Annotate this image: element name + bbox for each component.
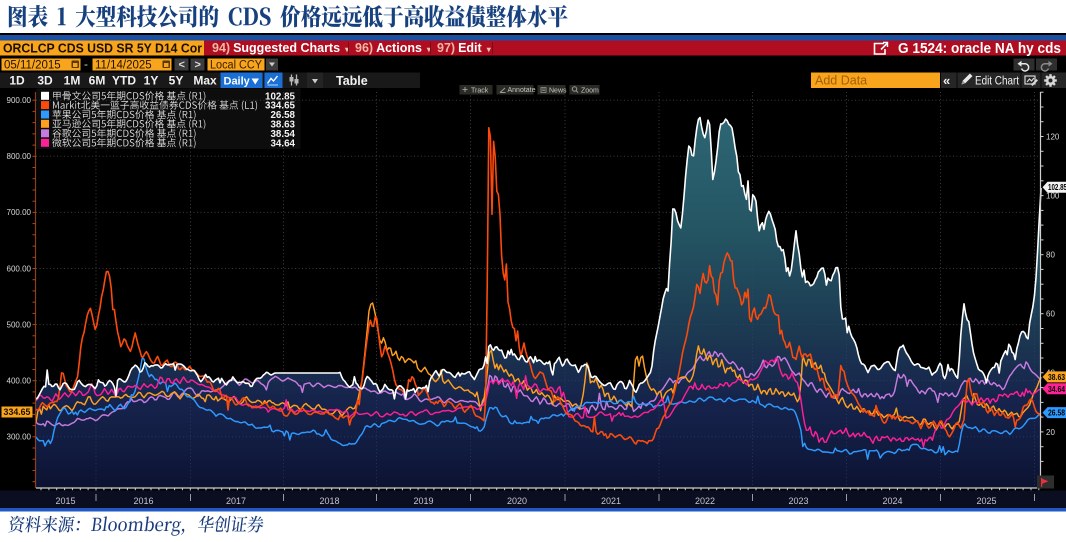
svg-text:Track: Track — [471, 87, 489, 94]
svg-text:6M: 6M — [89, 74, 106, 88]
svg-text:ORCLCP CDS USD SR 5Y D14 Cor: ORCLCP CDS USD SR 5Y D14 Cor — [3, 41, 202, 56]
svg-text:600.00: 600.00 — [7, 264, 32, 273]
svg-text:Add Data: Add Data — [815, 74, 867, 88]
svg-text:05/11/2015: 05/11/2015 — [4, 59, 61, 71]
svg-text:26.58: 26.58 — [1048, 408, 1065, 418]
svg-text:1Y: 1Y — [144, 74, 159, 88]
svg-text:2025: 2025 — [976, 496, 996, 506]
svg-text:2021: 2021 — [601, 496, 621, 506]
svg-text:2023: 2023 — [788, 496, 808, 506]
svg-text:102.85: 102.85 — [1048, 182, 1066, 192]
svg-text:2022: 2022 — [695, 496, 715, 506]
svg-text:38.63: 38.63 — [1048, 372, 1065, 382]
svg-text:Zoom: Zoom — [581, 87, 599, 94]
svg-text:20: 20 — [1046, 428, 1055, 437]
svg-text:2017: 2017 — [226, 496, 246, 506]
svg-text:Annotate: Annotate — [508, 87, 536, 94]
svg-text:Edit Chart: Edit Chart — [975, 75, 1020, 87]
svg-text:120: 120 — [1046, 132, 1060, 141]
svg-text:>: > — [195, 59, 201, 71]
svg-text:2024: 2024 — [882, 496, 902, 506]
svg-text:34.64: 34.64 — [270, 138, 295, 149]
svg-text:300.00: 300.00 — [7, 433, 32, 442]
svg-text:2019: 2019 — [413, 496, 433, 506]
svg-text:G 1524: oracle NA hy cds: G 1524: oracle NA hy cds — [898, 41, 1061, 57]
svg-text:5Y: 5Y — [169, 74, 184, 88]
svg-text:YTD: YTD — [112, 74, 136, 88]
svg-text:News: News — [549, 87, 567, 94]
svg-text:700.00: 700.00 — [7, 208, 32, 217]
svg-text:3D: 3D — [37, 74, 53, 88]
svg-text:2020: 2020 — [507, 496, 527, 506]
svg-text:80: 80 — [1046, 251, 1055, 260]
svg-text:34.64: 34.64 — [1048, 384, 1065, 394]
svg-text:«: « — [943, 73, 950, 88]
svg-text:94)Suggested Charts▾: 94) Suggested Charts ▾ — [212, 41, 350, 55]
svg-text:<: < — [179, 59, 185, 71]
svg-text:500.00: 500.00 — [7, 320, 32, 329]
svg-text:Max: Max — [193, 74, 217, 88]
svg-text:2018: 2018 — [319, 496, 339, 506]
svg-text:Local CCY: Local CCY — [210, 59, 262, 71]
svg-text:2015: 2015 — [55, 496, 75, 506]
svg-text:11/14/2025: 11/14/2025 — [95, 59, 152, 71]
svg-text:334.65: 334.65 — [4, 407, 31, 417]
svg-text:Daily: Daily — [224, 75, 251, 87]
svg-text:1M: 1M — [64, 74, 81, 88]
svg-text:1D: 1D — [9, 74, 25, 88]
svg-text:900.00: 900.00 — [7, 96, 32, 105]
svg-text:100: 100 — [1046, 191, 1060, 200]
svg-text:96)Actions▾: 96) Actions ▾ — [355, 41, 432, 55]
svg-text:400.00: 400.00 — [7, 377, 32, 386]
svg-text:-: - — [84, 57, 88, 71]
svg-text:60: 60 — [1046, 310, 1055, 319]
svg-text:Table: Table — [336, 74, 368, 88]
svg-text:800.00: 800.00 — [7, 152, 32, 161]
svg-text:2016: 2016 — [133, 496, 153, 506]
